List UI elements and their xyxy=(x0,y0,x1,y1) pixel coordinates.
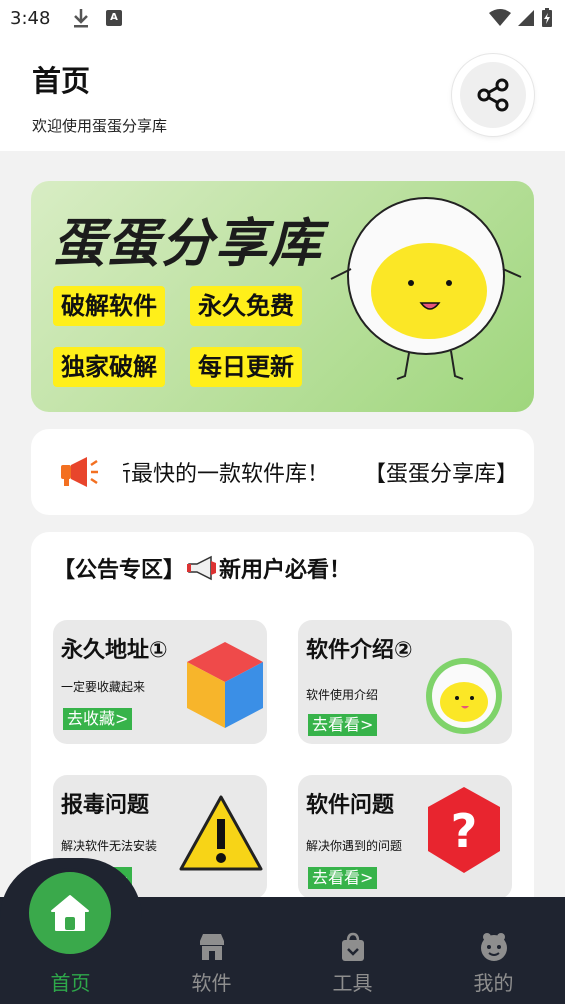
battery-icon xyxy=(542,8,552,27)
store-icon xyxy=(200,934,224,960)
svg-text:?: ? xyxy=(451,804,478,858)
banner-title: 蛋蛋分享库 xyxy=(53,214,324,274)
announcement-heading-suffix: 新用户必看！ xyxy=(219,558,352,583)
share-button[interactable] xyxy=(452,54,534,136)
nav-label: 软件 xyxy=(191,971,232,995)
egg-mascot-icon xyxy=(426,658,502,734)
promo-banner[interactable]: 蛋蛋分享库 破解软件 永久免费 独家破解 每日更新 xyxy=(31,181,534,412)
tile-software-issues[interactable]: 软件问题 解决你遇到的问题 去看看> ? xyxy=(298,775,512,899)
tile-button[interactable]: 去看看> xyxy=(308,867,378,889)
status-bar: 3:48 A xyxy=(0,0,565,38)
cube-icon xyxy=(187,642,263,728)
notice-marquee[interactable]: 新最快的一款软件库！ 【蛋蛋分享库】 xyxy=(31,429,534,515)
home-fab-button[interactable] xyxy=(25,868,115,958)
question-icon: ? xyxy=(428,787,500,873)
page-header: 首页 欢迎使用蛋蛋分享库 xyxy=(0,38,565,151)
nav-label: 我的 xyxy=(473,971,514,995)
banner-tag: 每日更新 xyxy=(190,347,302,387)
banner-tag: 破解软件 xyxy=(53,286,165,326)
tile-subtitle: 解决软件无法安装 xyxy=(61,839,158,853)
banner-tag: 永久免费 xyxy=(190,286,302,326)
tile-title: 永久地址① xyxy=(61,638,168,663)
tile-subtitle: 解决你遇到的问题 xyxy=(306,839,403,853)
megaphone-icon xyxy=(61,457,98,487)
home-icon xyxy=(51,895,89,931)
tile-software-intro[interactable]: 软件介绍② 软件使用介绍 去看看> xyxy=(298,620,512,744)
a-notification-icon: A xyxy=(106,10,122,26)
nav-label: 工具 xyxy=(332,971,373,995)
wifi-icon xyxy=(489,9,511,26)
page-subtitle: 欢迎使用蛋蛋分享库 xyxy=(32,117,168,135)
announcement-heading-prefix: 【公告专区】 xyxy=(53,558,186,583)
share-icon xyxy=(477,78,509,112)
banner-tag: 独家破解 xyxy=(53,347,165,387)
announcement-section: 【公告专区】 新用户必看！ 永久地址① 一定要收藏起来 去收藏> 软件介绍② 软… xyxy=(31,532,534,912)
nav-item-software[interactable]: 软件 xyxy=(141,897,282,1004)
bag-icon xyxy=(342,932,364,961)
tile-title: 报毒问题 xyxy=(61,793,150,818)
announcement-heading: 【公告专区】 新用户必看！ xyxy=(53,552,351,584)
signal-icon xyxy=(518,10,534,26)
nav-label: 首页 xyxy=(50,971,91,995)
tile-permanent-address[interactable]: 永久地址① 一定要收藏起来 去收藏> xyxy=(53,620,267,744)
tile-title: 软件介绍② xyxy=(306,638,413,663)
page-title: 首页 xyxy=(32,64,91,98)
warning-icon xyxy=(179,795,263,871)
tile-subtitle: 软件使用介绍 xyxy=(306,688,379,702)
tile-title: 软件问题 xyxy=(306,793,395,818)
download-icon xyxy=(72,8,90,32)
status-time: 3:48 xyxy=(10,8,51,29)
nav-item-tools[interactable]: 工具 xyxy=(282,897,423,1004)
loudspeaker-icon xyxy=(187,555,217,581)
tile-button[interactable]: 去收藏> xyxy=(63,708,133,730)
tile-subtitle: 一定要收藏起来 xyxy=(61,680,146,694)
marquee-text: 新最快的一款软件库！ 【蛋蛋分享库】 xyxy=(123,462,517,487)
egg-mascot-icon xyxy=(330,197,522,380)
user-icon xyxy=(481,933,507,961)
nav-item-profile[interactable]: 我的 xyxy=(423,897,564,1004)
tile-button[interactable]: 去看看> xyxy=(308,714,378,736)
